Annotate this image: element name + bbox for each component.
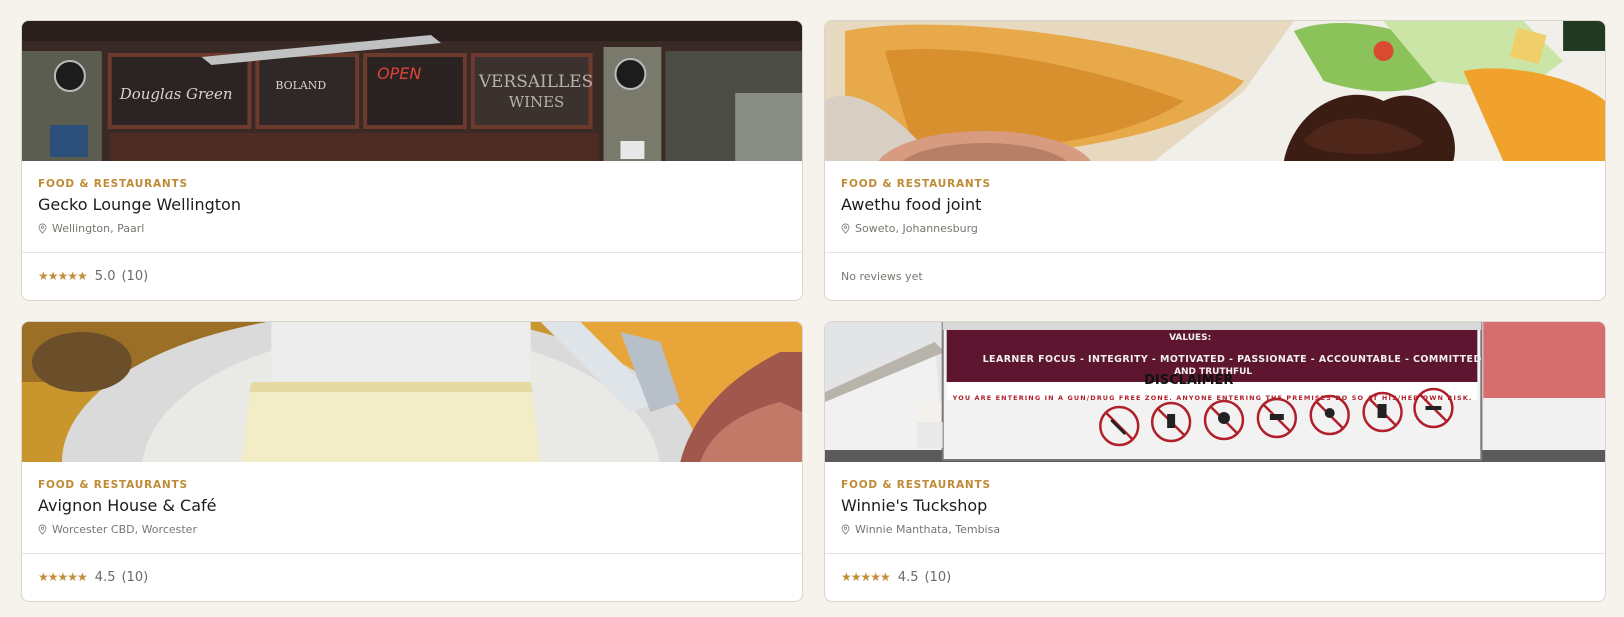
listing-category: Food & Restaurants	[38, 178, 188, 190]
listing-card[interactable]: VALUES: LEARNER FOCUS - INTEGRITY - MOTI…	[824, 321, 1606, 602]
no-reviews-text: No reviews yet	[841, 270, 923, 284]
star-rating-icon: ★★★★★	[38, 269, 88, 284]
review-count: (10)	[121, 569, 149, 585]
listing-image[interactable]	[825, 21, 1605, 161]
listing-image[interactable]	[22, 322, 802, 462]
image-sign-text: LEARNER FOCUS - INTEGRITY - MOTIVATED - …	[983, 354, 1482, 365]
listing-category: Food & Restaurants	[841, 479, 991, 491]
map-pin-icon	[841, 524, 850, 535]
listing-location: Worcester CBD, Worcester	[38, 523, 197, 536]
image-sign-text: Douglas Green	[119, 85, 233, 103]
star-rating-icon: ★★★★★	[841, 570, 891, 585]
image-sign-text: OPEN	[377, 64, 421, 83]
location-text: Worcester CBD, Worcester	[52, 523, 197, 536]
image-sign-text: WINES	[509, 93, 565, 111]
map-pin-icon	[38, 223, 47, 234]
map-pin-icon	[38, 524, 47, 535]
listing-name[interactable]: Avignon House & Café	[38, 496, 216, 515]
listing-info: Food & Restaurants Winnie's Tuckshop Win…	[825, 462, 1605, 553]
rating-score: 5.0	[94, 268, 116, 284]
listing-rating: ★★★★★ 5.0 (10)	[22, 253, 802, 300]
listing-rating: ★★★★★ 4.5 (10)	[825, 554, 1605, 601]
listing-image[interactable]: VALUES: LEARNER FOCUS - INTEGRITY - MOTI…	[825, 322, 1605, 462]
location-text: Winnie Manthata, Tembisa	[855, 523, 1001, 536]
listing-location: Wellington, Paarl	[38, 222, 144, 235]
map-pin-icon	[841, 223, 850, 234]
image-sign-text: VALUES:	[1169, 333, 1211, 343]
listing-info: Food & Restaurants Avignon House & Café …	[22, 462, 802, 553]
listing-grid: Douglas Green BOLAND OPEN VERSAILLES WIN…	[21, 20, 1606, 602]
listing-info: Food & Restaurants Awethu food joint Sow…	[825, 161, 1605, 250]
review-count: (10)	[121, 268, 149, 284]
listing-card[interactable]: Food & Restaurants Awethu food joint Sow…	[824, 20, 1606, 301]
image-sign-text: BOLAND	[275, 79, 326, 92]
location-text: Soweto, Johannesburg	[855, 222, 978, 235]
listing-card[interactable]: Food & Restaurants Avignon House & Café …	[21, 321, 803, 602]
image-sign-text: VERSAILLES	[478, 72, 593, 92]
listing-card[interactable]: Douglas Green BOLAND OPEN VERSAILLES WIN…	[21, 20, 803, 301]
listing-location: Winnie Manthata, Tembisa	[841, 523, 1000, 536]
rating-score: 4.5	[897, 569, 919, 585]
image-sign-text: DISCLAIMER	[1144, 373, 1233, 388]
listing-location: Soweto, Johannesburg	[841, 222, 978, 235]
review-count: (10)	[924, 569, 952, 585]
location-text: Wellington, Paarl	[52, 222, 145, 235]
listing-rating: ★★★★★ 4.5 (10)	[22, 554, 802, 601]
rating-score: 4.5	[94, 569, 116, 585]
listing-category: Food & Restaurants	[841, 178, 991, 190]
listing-name[interactable]: Awethu food joint	[841, 195, 981, 214]
listing-image[interactable]: Douglas Green BOLAND OPEN VERSAILLES WIN…	[22, 21, 802, 161]
listing-name[interactable]: Winnie's Tuckshop	[841, 496, 987, 515]
listing-info: Food & Restaurants Gecko Lounge Wellingt…	[22, 161, 802, 252]
listing-name[interactable]: Gecko Lounge Wellington	[38, 195, 241, 214]
star-rating-icon: ★★★★★	[38, 570, 88, 585]
listing-rating: No reviews yet	[825, 253, 1605, 300]
listing-category: Food & Restaurants	[38, 479, 188, 491]
